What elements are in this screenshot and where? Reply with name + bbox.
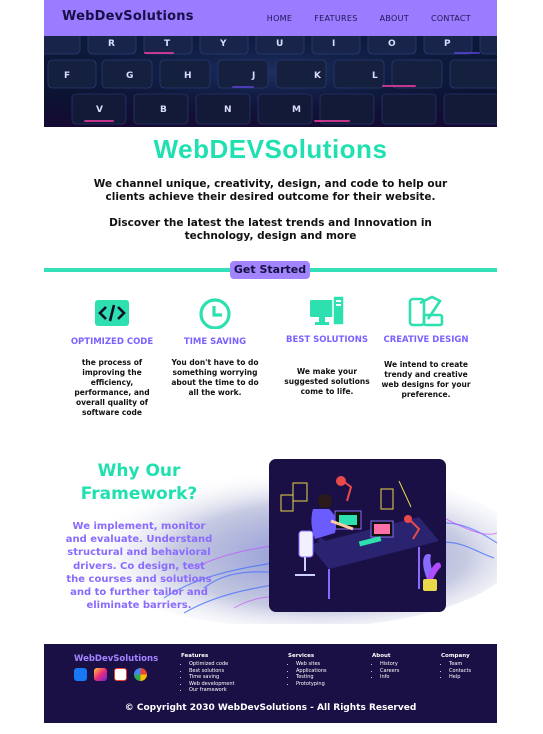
footer-link[interactable]: Team bbox=[449, 661, 471, 668]
footer-col-about: About History Careers Info bbox=[372, 653, 399, 681]
instagram-icon[interactable] bbox=[94, 668, 107, 681]
why-framework-section: Why Our Framework? We implement, monitor… bbox=[44, 448, 497, 624]
footer-link[interactable]: Help bbox=[449, 674, 471, 681]
feature-title: BEST SOLUTIONS bbox=[286, 335, 368, 345]
key-k: K bbox=[314, 71, 322, 81]
google-icon[interactable] bbox=[134, 668, 147, 681]
brand-logo[interactable]: WebDevSolutions bbox=[62, 9, 194, 24]
nav-link-features[interactable]: FEATURES bbox=[314, 14, 357, 23]
key-l: L bbox=[372, 71, 378, 81]
key-y: Y bbox=[219, 39, 227, 49]
footer-brand[interactable]: WebDevSolutions bbox=[74, 654, 158, 664]
footer-link[interactable]: Careers bbox=[380, 668, 399, 675]
footer-link[interactable]: Applications bbox=[296, 668, 327, 675]
page-title: WebDEVSolutions bbox=[153, 134, 388, 164]
footer-link[interactable]: Prototyping bbox=[296, 681, 327, 688]
feature-time-saving: TIME SAVING You don't have to do somethi… bbox=[169, 297, 261, 398]
footer-link[interactable]: History bbox=[380, 661, 399, 668]
feature-title: CREATIVE DESIGN bbox=[383, 335, 469, 345]
feature-title: OPTIMIZED CODE bbox=[70, 337, 154, 347]
social-links bbox=[74, 668, 147, 681]
feature-description: the process of improving the efficiency,… bbox=[74, 358, 150, 417]
key-n: N bbox=[224, 105, 232, 115]
feature-creative-design: CREATIVE DESIGN We intend to create tren… bbox=[380, 295, 472, 400]
footer-col-heading: Features bbox=[181, 653, 209, 659]
footer-col-features: Features Optimized code Best solutions T… bbox=[181, 653, 234, 694]
footer-link[interactable]: Contacts bbox=[449, 668, 471, 675]
footer: WebDevSolutions Features Optimized code … bbox=[44, 644, 497, 723]
key-o: O bbox=[388, 39, 396, 49]
nav-link-contact[interactable]: CONTACT bbox=[431, 14, 471, 23]
nav-link-about[interactable]: ABOUT bbox=[380, 14, 409, 23]
feature-optimized-code: OPTIMIZED CODE the process of improving … bbox=[66, 297, 158, 418]
page: WebDevSolutions HOME FEATURES ABOUT CONT… bbox=[44, 0, 497, 734]
key-r: R bbox=[108, 39, 115, 49]
nav-link-home[interactable]: HOME bbox=[267, 14, 292, 23]
key-b: B bbox=[160, 105, 167, 115]
key-p: P bbox=[444, 39, 451, 49]
key-i: I bbox=[332, 39, 335, 49]
facebook-icon[interactable] bbox=[74, 668, 87, 681]
footer-col-heading: About bbox=[372, 653, 391, 659]
computer-icon bbox=[309, 295, 345, 327]
footer-link[interactable]: Web development bbox=[189, 681, 234, 688]
footer-link[interactable]: Info bbox=[380, 674, 399, 681]
footer-link[interactable]: Web sites bbox=[296, 661, 327, 668]
navbar: WebDevSolutions HOME FEATURES ABOUT CONT… bbox=[44, 0, 497, 36]
get-started-button[interactable]: Get Started bbox=[230, 261, 310, 279]
discover-text: Discover the latest the latest trends an… bbox=[109, 217, 432, 242]
intro-text: We channel unique, creativity, design, a… bbox=[93, 178, 448, 203]
why-title: Why Our Framework? bbox=[80, 461, 198, 504]
footer-col-services: Services Web sites Applications Testing … bbox=[288, 653, 327, 687]
footer-col-heading: Services bbox=[288, 653, 315, 659]
why-description: We implement, monitor and evaluate. Unde… bbox=[65, 521, 213, 612]
key-u: U bbox=[276, 39, 283, 49]
key-h: H bbox=[184, 71, 192, 81]
gmail-icon[interactable] bbox=[114, 668, 127, 681]
key-g: G bbox=[126, 71, 133, 81]
feature-description: You don't have to do something worrying … bbox=[171, 358, 259, 397]
code-icon bbox=[94, 297, 130, 329]
design-tools-icon bbox=[408, 295, 444, 327]
key-v: V bbox=[96, 105, 103, 115]
feature-best-solutions: BEST SOLUTIONS We make your suggested so… bbox=[281, 295, 373, 397]
keyboard-illustration: R T Y U I O P F G H J K L V B N M bbox=[44, 36, 497, 127]
feature-description: We intend to create trendy and creative … bbox=[381, 360, 471, 399]
footer-link[interactable]: Optimized code bbox=[189, 661, 234, 668]
feature-description: We make your suggested solutions come to… bbox=[284, 367, 370, 396]
footer-link[interactable]: Time saving bbox=[189, 674, 234, 681]
copyright-text: © Copyright 2030 WebDevSolutions - All R… bbox=[124, 703, 417, 713]
footer-link[interactable]: Best solutions bbox=[189, 668, 234, 675]
hero-keyboard-image: R T Y U I O P F G H J K L V B N M bbox=[44, 36, 497, 127]
feature-title: TIME SAVING bbox=[183, 337, 247, 347]
footer-link[interactable]: Testing bbox=[296, 674, 327, 681]
key-t: T bbox=[164, 39, 171, 49]
nav-links: HOME FEATURES ABOUT CONTACT bbox=[267, 14, 471, 23]
developer-desk-illustration bbox=[269, 459, 446, 612]
clock-icon bbox=[197, 297, 233, 330]
footer-col-heading: Company bbox=[441, 653, 470, 659]
key-f: F bbox=[64, 71, 70, 81]
key-j: J bbox=[251, 71, 255, 81]
footer-link[interactable]: Our framework bbox=[189, 687, 234, 694]
key-m: M bbox=[292, 105, 301, 115]
footer-col-company: Company Team Contacts Help bbox=[441, 653, 471, 681]
